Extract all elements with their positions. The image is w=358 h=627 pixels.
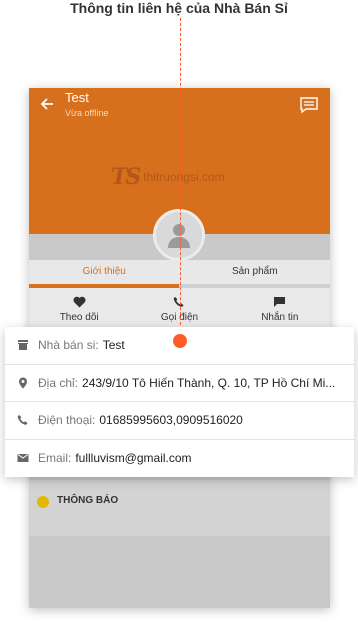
email-label: Email:	[38, 451, 72, 466]
contact-info-card: Nhà bán si: Test Địa chỉ: 243/9/10 Tô Hi…	[5, 327, 354, 477]
address-label: Địa chỉ:	[38, 375, 79, 390]
email-row[interactable]: Email: fullluvism@gmail.com	[5, 440, 354, 478]
seller-label: Nhà bán si:	[38, 338, 99, 353]
message-label: Nhắn tin	[261, 312, 299, 323]
shop-status: Vừa offline	[65, 108, 109, 118]
back-arrow-icon[interactable]	[39, 96, 55, 112]
address-row[interactable]: Địa chỉ: 243/9/10 Tô Hiến Thành, Q. 10, …	[5, 365, 354, 402]
callout-dot	[173, 334, 187, 348]
notice-icon	[37, 496, 49, 508]
message-icon	[274, 297, 286, 307]
email-icon	[17, 454, 29, 463]
location-icon	[19, 377, 27, 389]
shop-name: Test	[65, 90, 89, 105]
user-icon	[168, 224, 190, 248]
watermark-mark: TS	[111, 164, 141, 190]
tab-san-pham[interactable]: Sản phẩm	[180, 260, 331, 284]
caption-title: Thông tin liên hệ của Nhà Bán Sỉ	[70, 0, 288, 16]
notice-label: THÔNG BÁO	[57, 495, 119, 506]
chat-icon[interactable]	[299, 96, 319, 114]
watermark-logo: TS thitruongsi.com	[111, 164, 225, 190]
callout-line	[180, 18, 181, 340]
watermark-text: thitruongsi.com	[143, 170, 225, 184]
phone-row[interactable]: Điện thoại: 01685995603,0909516020	[5, 402, 354, 440]
tab-gioi-thieu[interactable]: Giới thiệu	[29, 260, 180, 284]
seller-value: Test	[102, 338, 125, 353]
notice-section[interactable]: THÔNG BÁO	[29, 480, 330, 536]
follow-label: Theo dõi	[59, 312, 99, 323]
follow-button[interactable]: Theo dõi	[29, 288, 129, 332]
email-value: fullluvism@gmail.com	[75, 451, 192, 466]
avatar	[153, 209, 205, 261]
message-button[interactable]: Nhắn tin	[230, 288, 330, 332]
phone-icon	[17, 415, 28, 426]
phone-label: Điện thoại:	[38, 413, 96, 428]
store-icon	[18, 340, 28, 351]
address-value: 243/9/10 Tô Hiến Thành, Q. 10, TP Hồ Chí…	[82, 375, 336, 390]
heart-icon	[73, 296, 86, 308]
phone-value: 01685995603,0909516020	[99, 413, 243, 428]
